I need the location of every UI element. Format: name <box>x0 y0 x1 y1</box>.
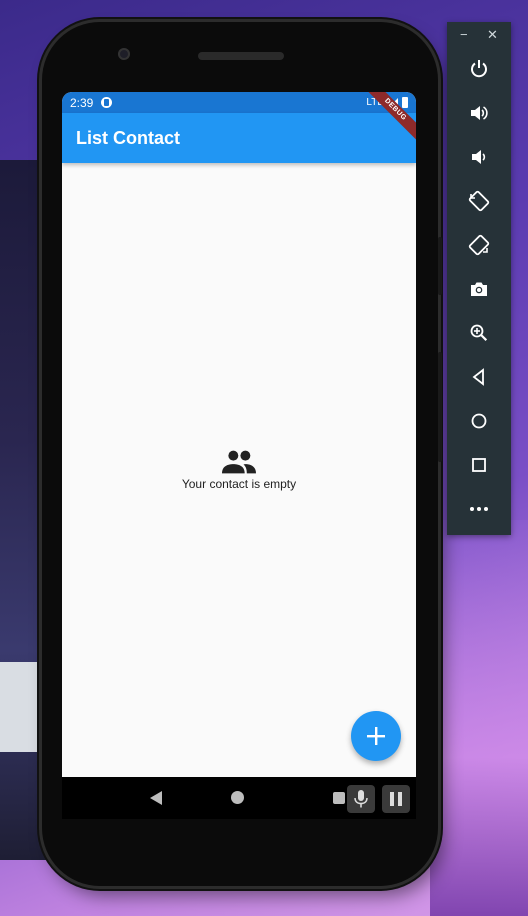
power-button[interactable] <box>463 53 495 85</box>
empty-message: Your contact is empty <box>181 477 297 491</box>
people-icon <box>222 450 256 474</box>
zoom-icon <box>470 324 488 341</box>
overview-button[interactable] <box>463 449 495 481</box>
close-button[interactable]: ✕ <box>487 28 498 42</box>
empty-state: Your contact is empty <box>62 449 416 491</box>
wallpaper-left <box>0 160 46 860</box>
phone-side-button <box>438 352 442 462</box>
zoom-button[interactable] <box>463 317 495 349</box>
rotate-left-button[interactable] <box>463 185 495 217</box>
rotate-right-icon <box>468 234 490 256</box>
wallpaper-glow <box>430 520 528 916</box>
back-icon <box>472 368 484 386</box>
nav-back-button[interactable] <box>150 791 162 805</box>
flutter-notification-icon <box>101 97 113 108</box>
more-button[interactable] <box>463 493 495 525</box>
app-bar: List Contact <box>62 113 416 163</box>
home-button[interactable] <box>463 405 495 437</box>
emulator-toolbar: − ✕ <box>447 22 511 535</box>
home-icon <box>471 413 487 429</box>
wallpaper-license-plate <box>0 662 42 752</box>
front-camera <box>118 48 130 60</box>
plus-icon <box>367 727 385 745</box>
rotate-right-button[interactable] <box>463 229 495 261</box>
volume-down-icon <box>472 150 486 164</box>
volume-up-button[interactable] <box>463 97 495 129</box>
camera-icon <box>471 282 487 296</box>
power-icon <box>471 60 487 78</box>
status-bar: 2:39 LTE <box>62 92 416 113</box>
pause-button[interactable] <box>382 785 410 813</box>
toolbar-window-controls: − ✕ <box>447 28 511 42</box>
volume-down-button[interactable] <box>463 141 495 173</box>
minimize-button[interactable]: − <box>460 28 468 42</box>
battery-icon <box>402 97 408 108</box>
earpiece-speaker <box>198 52 284 60</box>
screenshot-button[interactable] <box>463 273 495 305</box>
nav-recents-button[interactable] <box>333 792 345 804</box>
rotate-left-icon <box>468 190 490 212</box>
status-time: 2:39 <box>70 95 94 110</box>
back-button[interactable] <box>463 361 495 393</box>
app-screen: 2:39 LTE DEBUG List Contact Your contact… <box>62 92 416 777</box>
volume-up-icon <box>471 106 488 120</box>
mic-button[interactable] <box>347 785 375 813</box>
nav-home-button[interactable] <box>231 791 244 804</box>
more-icon <box>470 507 488 511</box>
phone-side-button <box>438 237 442 295</box>
pause-icon <box>390 792 402 806</box>
phone-frame: 2:39 LTE DEBUG List Contact Your contact… <box>42 22 442 886</box>
mic-icon <box>354 790 368 808</box>
overview-icon <box>472 458 486 472</box>
add-contact-button[interactable] <box>351 711 401 761</box>
page-title: List Contact <box>76 127 181 148</box>
